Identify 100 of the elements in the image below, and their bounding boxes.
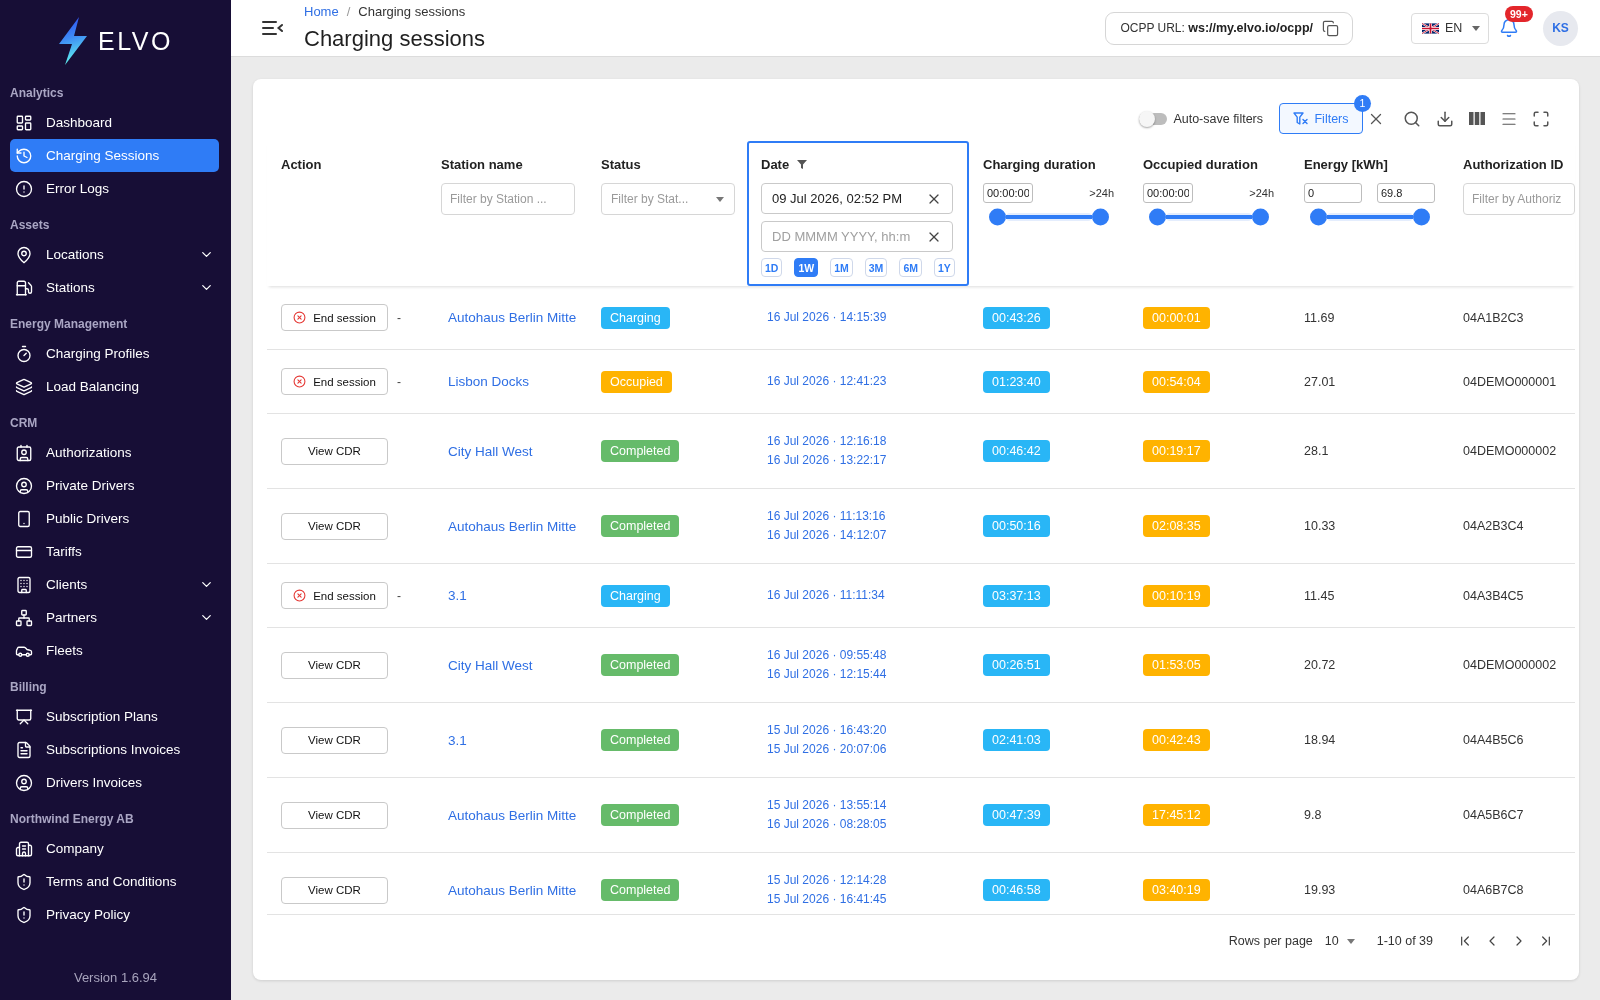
nav-item[interactable]: Terms and Conditions <box>10 865 219 898</box>
station-link[interactable]: Autohaus Berlin Mitte <box>448 310 577 325</box>
status-badge: Completed <box>601 440 680 462</box>
caret-down-icon <box>1472 25 1480 31</box>
station-link[interactable]: Autohaus Berlin Mitte <box>448 882 577 898</box>
user-circle-icon <box>15 476 33 495</box>
shield-icon <box>15 905 33 924</box>
date-to-input[interactable]: DD MMMM YYYY, hh:m <box>772 225 920 248</box>
energy-value: 28.1 <box>1304 444 1329 458</box>
date-preset-chip[interactable]: 1W <box>794 258 819 277</box>
status-badge: Completed <box>601 879 680 901</box>
slider-thumb[interactable] <box>1413 208 1430 226</box>
nav-item[interactable]: Charging Sessions <box>10 139 219 172</box>
menu-fold-icon[interactable] <box>262 20 283 36</box>
slider-thumb[interactable] <box>1149 208 1166 226</box>
text-filter-input[interactable]: Filter by Station ... <box>441 183 575 215</box>
date-from-field[interactable]: 09 Jul 2026, 02:52 PM <box>761 183 953 214</box>
nav-item[interactable]: Clients <box>10 568 219 601</box>
occupied-duration-badge: 00:42:43 <box>1143 729 1210 751</box>
station-link[interactable]: Autohaus Berlin Mitte <box>448 518 577 534</box>
nav-item[interactable]: Subscriptions Invoices <box>10 733 219 766</box>
station-link[interactable]: 3.1 <box>448 588 467 603</box>
building-icon <box>15 575 33 594</box>
view-cdr-button[interactable]: View CDR <box>281 512 388 540</box>
contact-card-icon <box>15 443 33 462</box>
user-avatar[interactable]: KS <box>1543 10 1578 46</box>
view-cdr-button[interactable]: View CDR <box>281 801 388 829</box>
funnel-icon[interactable] <box>797 159 808 169</box>
range-input[interactable]: 0 <box>1304 183 1362 203</box>
nav-item[interactable]: Tariffs <box>10 535 219 568</box>
slider-thumb[interactable] <box>1252 208 1269 226</box>
nav-item[interactable]: Charging Profiles <box>10 337 219 370</box>
session-time: 15 Jul 2026 · 16:43:20 <box>767 722 887 739</box>
nav-section-title: Northwind Energy AB <box>9 811 134 828</box>
status-badge: Completed <box>601 515 680 537</box>
date-from-input[interactable]: 09 Jul 2026, 02:52 PM <box>772 187 920 210</box>
view-cdr-button[interactable]: View CDR <box>281 876 388 904</box>
authorization-id: 04DEMO000002 <box>1463 444 1557 458</box>
nav-item[interactable]: Privacy Policy <box>10 898 219 931</box>
language-select[interactable]: EN <box>1411 12 1489 44</box>
end-session-button[interactable]: End session <box>281 368 388 395</box>
authorization-id: 04A4B5C6 <box>1463 733 1524 747</box>
station-link[interactable]: Autohaus Berlin Mitte <box>448 807 577 823</box>
energy-value: 19.93 <box>1304 883 1336 897</box>
status-badge: Completed <box>601 804 680 826</box>
nav-item[interactable]: Public Drivers <box>10 502 219 535</box>
breadcrumb-current: Charging sessions <box>358 4 466 20</box>
breadcrumb-link[interactable]: Home <box>304 4 339 20</box>
auto-save-toggle[interactable] <box>1139 110 1168 127</box>
station-link[interactable]: 3.1 <box>448 732 467 748</box>
columns-icon[interactable] <box>1468 112 1486 125</box>
date-to-field[interactable]: DD MMMM YYYY, hh:m <box>761 221 953 252</box>
nav-item[interactable]: Fleets <box>10 634 219 667</box>
nav-item[interactable]: Authorizations <box>10 436 219 469</box>
charging-duration-badge: 00:43:26 <box>983 306 1050 329</box>
view-cdr-button[interactable]: View CDR <box>281 726 388 754</box>
nav-item[interactable]: Locations <box>10 238 219 271</box>
filter-count-badge: 1 <box>1354 95 1371 112</box>
session-time: 16 Jul 2026 · 14:12:07 <box>767 527 887 544</box>
date-preset-chip[interactable]: 6M <box>899 258 922 277</box>
column-header: Action <box>281 156 322 172</box>
nav-item[interactable]: Partners <box>10 601 219 634</box>
status-badge: Completed <box>601 654 680 676</box>
station-link[interactable]: City Hall West <box>448 657 533 673</box>
nav-item[interactable]: Company <box>10 832 219 865</box>
range-input[interactable]: 69.8 <box>1377 183 1435 203</box>
download-icon[interactable] <box>1436 109 1454 128</box>
fullscreen-icon[interactable] <box>1532 109 1550 128</box>
charging-duration-badge: 01:23:40 <box>983 370 1050 393</box>
date-preset-chip[interactable]: 3M <box>864 258 888 277</box>
station-link[interactable]: City Hall West <box>448 443 533 459</box>
nav-item[interactable]: Load Balancing <box>10 370 219 403</box>
slider-thumb[interactable] <box>1310 208 1327 226</box>
nav-item[interactable]: Drivers Invoices <box>10 766 219 799</box>
bell-icon[interactable] <box>1499 18 1519 38</box>
rows-per-page-select[interactable]: 10 <box>1322 932 1357 950</box>
range-input[interactable]: 00:00:00 <box>1143 183 1193 203</box>
end-session-button[interactable]: End session <box>281 582 388 609</box>
copy-icon[interactable] <box>1322 19 1339 37</box>
slider-thumb[interactable] <box>989 208 1006 226</box>
view-cdr-button[interactable]: View CDR <box>281 437 388 465</box>
session-time: 16 Jul 2026 · 12:41:23 <box>767 373 887 390</box>
search-icon[interactable] <box>1403 109 1421 128</box>
date-preset-chip[interactable]: 1Y <box>933 258 955 277</box>
nav-item[interactable]: Stations <box>10 271 219 304</box>
nav-item[interactable]: Private Drivers <box>10 469 219 502</box>
range-input[interactable]: 00:00:00 <box>983 183 1033 203</box>
building-icon <box>15 839 33 858</box>
slider-thumb[interactable] <box>1092 208 1109 226</box>
end-session-button[interactable]: End session <box>281 304 388 331</box>
view-cdr-button[interactable]: View CDR <box>281 651 388 679</box>
nav-item[interactable]: Subscription Plans <box>10 700 219 733</box>
text-filter-input[interactable]: Filter by Authoriz <box>1463 183 1575 215</box>
nav-item[interactable]: Error Logs <box>10 172 219 205</box>
energy-value: 11.69 <box>1304 310 1335 325</box>
date-preset-chip[interactable]: 1M <box>830 258 853 277</box>
column-header: Station name <box>441 156 523 172</box>
station-link[interactable]: Lisbon Docks <box>448 374 530 389</box>
date-preset-chip[interactable]: 1D <box>761 258 783 277</box>
nav-item[interactable]: Dashboard <box>10 106 219 139</box>
